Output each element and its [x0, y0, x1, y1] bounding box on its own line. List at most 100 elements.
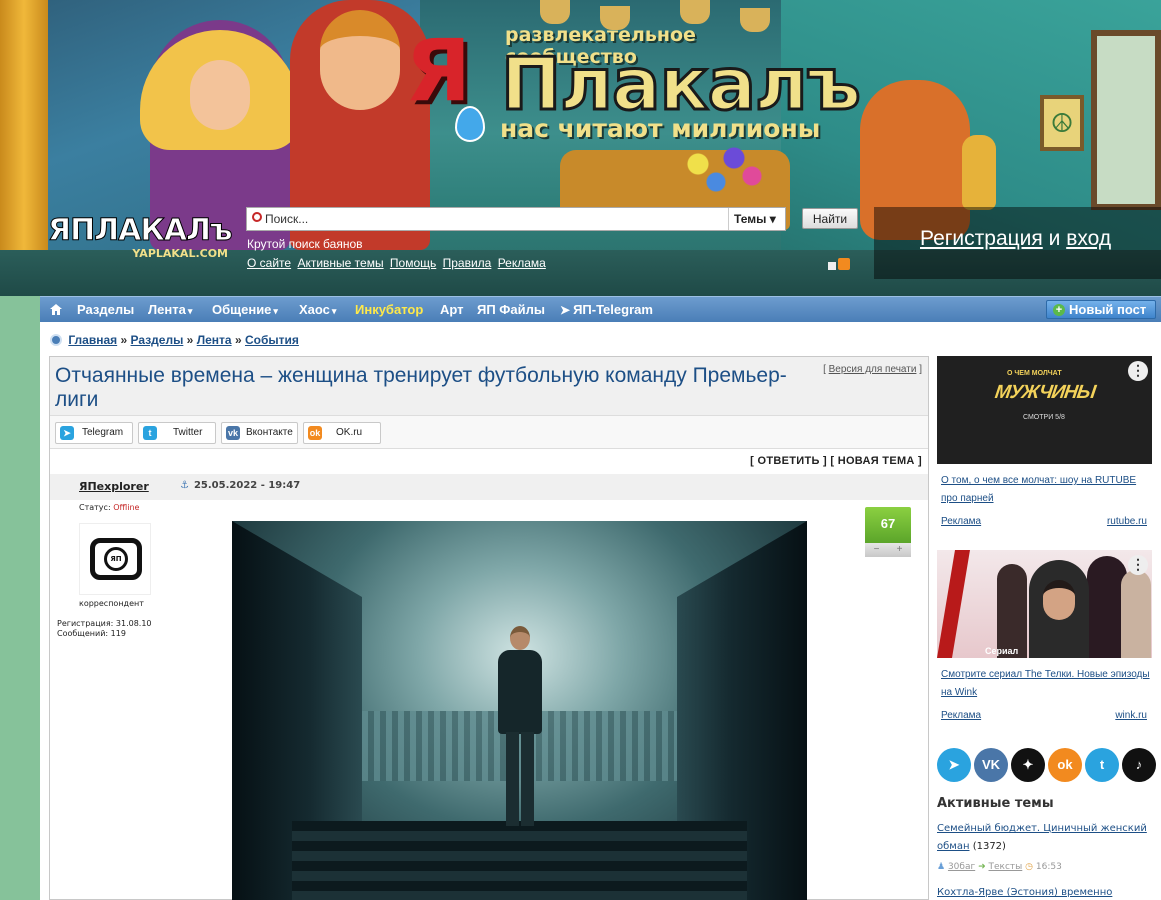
reply-link[interactable]: ОТВЕТИТЬ — [757, 455, 819, 467]
ok-icon[interactable]: ok — [1048, 748, 1082, 782]
search-input[interactable] — [265, 210, 725, 228]
ad-domain[interactable]: wink.ru — [1115, 710, 1147, 721]
breadcrumb-feed[interactable]: Лента — [197, 333, 232, 347]
breadcrumb-sections[interactable]: Разделы — [131, 333, 184, 347]
active-topic-section[interactable]: Тексты — [989, 862, 1023, 872]
tiktok-icon[interactable]: ♪ — [1122, 748, 1156, 782]
link-rules[interactable]: Правила — [443, 256, 492, 270]
ad-link[interactable]: О том, о чем все молчат: шоу на RUTUBE п… — [941, 475, 1136, 504]
site-logo-small[interactable]: ЯПЛАКАЛъ YAPLAKAL.COM — [48, 213, 234, 266]
ad-link[interactable]: Смотрите сериал The Телки. Новые эпизоды… — [941, 669, 1150, 698]
more-options-icon[interactable]: ⋮ — [1128, 555, 1148, 575]
new-topic-link[interactable]: НОВАЯ ТЕМА — [838, 455, 915, 467]
nav-files[interactable]: ЯП Файлы — [477, 297, 545, 323]
telegram-icon: ➤ — [60, 426, 74, 440]
active-topic-time: 16:53 — [1035, 862, 1062, 872]
image-coach-figure — [496, 626, 544, 826]
ad-image[interactable]: О ЧЕМ МОЛЧАТ МУЖЧИНЫ СМОТРИ 5/8 ⋮ — [937, 356, 1152, 464]
active-topics-list: Семейный бюджет. Циничный женский обман … — [937, 820, 1152, 900]
site-logo-large[interactable]: развлекательное сообщество Я Плакалъ нас… — [405, 22, 862, 152]
link-help[interactable]: Помощь — [390, 256, 436, 270]
link-active-topics[interactable]: Активные темы — [297, 256, 383, 270]
ok-icon: ok — [308, 426, 322, 440]
header-window — [1091, 30, 1161, 210]
nav-chaos[interactable]: Хаос ▾ — [299, 297, 336, 323]
login-link[interactable]: вход — [1066, 227, 1111, 250]
home-icon[interactable] — [50, 304, 62, 315]
telegram-icon[interactable]: ➤ — [937, 748, 971, 782]
post-author[interactable]: ЯПexplorer — [79, 480, 149, 493]
rss-links — [828, 258, 850, 273]
breadcrumb-home[interactable]: Главная — [68, 333, 117, 347]
rating-controls: − + — [865, 543, 911, 557]
small-logo-domain: YAPLAKAL.COM — [132, 247, 228, 260]
share-vk-button[interactable]: vk Вконтакте — [221, 422, 298, 444]
active-topic-user[interactable]: 30баг — [948, 862, 975, 872]
active-topic-link[interactable]: Кохтла-Ярве (Эстония) временно — [937, 887, 1112, 898]
print-version-link[interactable]: Версия для печати — [829, 364, 917, 375]
status-value: Offline — [113, 503, 140, 512]
rss-icon[interactable] — [838, 258, 850, 270]
link-ads[interactable]: Реклама — [498, 256, 546, 270]
logo-tagline-bottom: нас читают миллионы — [500, 114, 821, 143]
zen-icon[interactable]: ✦ — [1011, 748, 1045, 782]
breadcrumb-events[interactable]: События — [245, 333, 299, 347]
breadcrumb-separator: » — [120, 333, 128, 347]
breadcrumb-separator: » — [234, 333, 242, 347]
ad-footer: Реклама wink.ru — [941, 710, 1147, 721]
link-about[interactable]: О сайте — [247, 256, 291, 270]
clock-icon: ◷ — [1025, 862, 1034, 872]
chevron-down-icon: ▾ — [331, 306, 337, 316]
share-twitter-button[interactable]: t Twitter — [138, 422, 216, 444]
new-post-button[interactable]: + Новый пост — [1046, 300, 1156, 319]
search-scope-select[interactable]: Темы ▾ — [728, 208, 785, 230]
nav-chat[interactable]: Общение ▾ — [212, 297, 278, 323]
small-logo-word: ЯПЛАКАЛъ — [48, 213, 234, 248]
main-nav: Разделы Лента ▾ Общение ▾ Хаос ▾ Инкубатор … — [40, 296, 1161, 322]
author-rank: корреспондент — [79, 599, 144, 608]
sidebar-ad: Сериал ⋮ Смотрите сериал The Телки. Новы… — [937, 550, 1152, 730]
header-links: О сайте Активные темы Помощь Правила Рек… — [247, 256, 549, 270]
lamp-icon — [680, 0, 710, 24]
vk-icon[interactable]: VK — [974, 748, 1008, 782]
nav-sections[interactable]: Разделы — [77, 297, 134, 323]
share-ok-button[interactable]: ok OK.ru — [303, 422, 381, 444]
ad-text: Смотрите сериал The Телки. Новые эпизоды… — [941, 666, 1151, 702]
social-links: ➤ VK ✦ ok t ♪ — [937, 748, 1157, 784]
mobile-icon[interactable] — [828, 262, 836, 270]
post-image[interactable] — [232, 521, 807, 900]
avatar[interactable]: ЯП — [79, 523, 151, 595]
more-options-icon[interactable]: ⋮ — [1128, 361, 1148, 381]
header-vase — [962, 135, 996, 210]
camera-icon: ЯП — [90, 538, 142, 580]
post-date: ⚓ 25.05.2022 - 19:47 — [180, 480, 300, 491]
nav-art[interactable]: Арт — [440, 297, 464, 323]
user-icon: ♟ — [937, 862, 946, 872]
peace-icon: ☮ — [1040, 95, 1084, 151]
ad-image[interactable]: Сериал ⋮ — [937, 550, 1152, 658]
image-steps — [292, 821, 747, 900]
share-telegram-button[interactable]: ➤ Telegram — [55, 422, 133, 444]
post-date-value: 25.05.2022 - 19:47 — [193, 480, 301, 491]
ad-label[interactable]: Реклама — [941, 516, 981, 527]
breadcrumb-home-icon — [50, 334, 62, 346]
rating-plus-button[interactable]: + — [897, 543, 903, 557]
nav-incubator[interactable]: Инкубатор — [355, 297, 423, 323]
anchor-icon[interactable]: ⚓ — [180, 480, 189, 491]
register-link[interactable]: Регистрация — [920, 227, 1043, 250]
share-telegram-label: Telegram — [82, 427, 124, 438]
nav-telegram[interactable]: ➤ ЯП-Telegram — [560, 297, 653, 323]
plus-icon: + — [1053, 304, 1065, 316]
active-topic-link[interactable]: Семейный бюджет. Циничный женский обман — [937, 823, 1147, 852]
twitter-icon[interactable]: t — [1085, 748, 1119, 782]
search-button[interactable]: Найти — [802, 208, 858, 229]
lamp-icon — [540, 0, 570, 24]
nav-feed[interactable]: Лента ▾ — [148, 297, 192, 323]
ad-image-title: МУЖЧИНЫ — [993, 382, 1097, 403]
nav-telegram-label: ЯП-Telegram — [573, 302, 653, 317]
rating-minus-button[interactable]: − — [874, 543, 880, 557]
ad-domain[interactable]: rutube.ru — [1107, 516, 1147, 527]
auth-and: и — [1048, 227, 1061, 250]
page-margin — [0, 296, 40, 900]
ad-label[interactable]: Реклама — [941, 710, 981, 721]
